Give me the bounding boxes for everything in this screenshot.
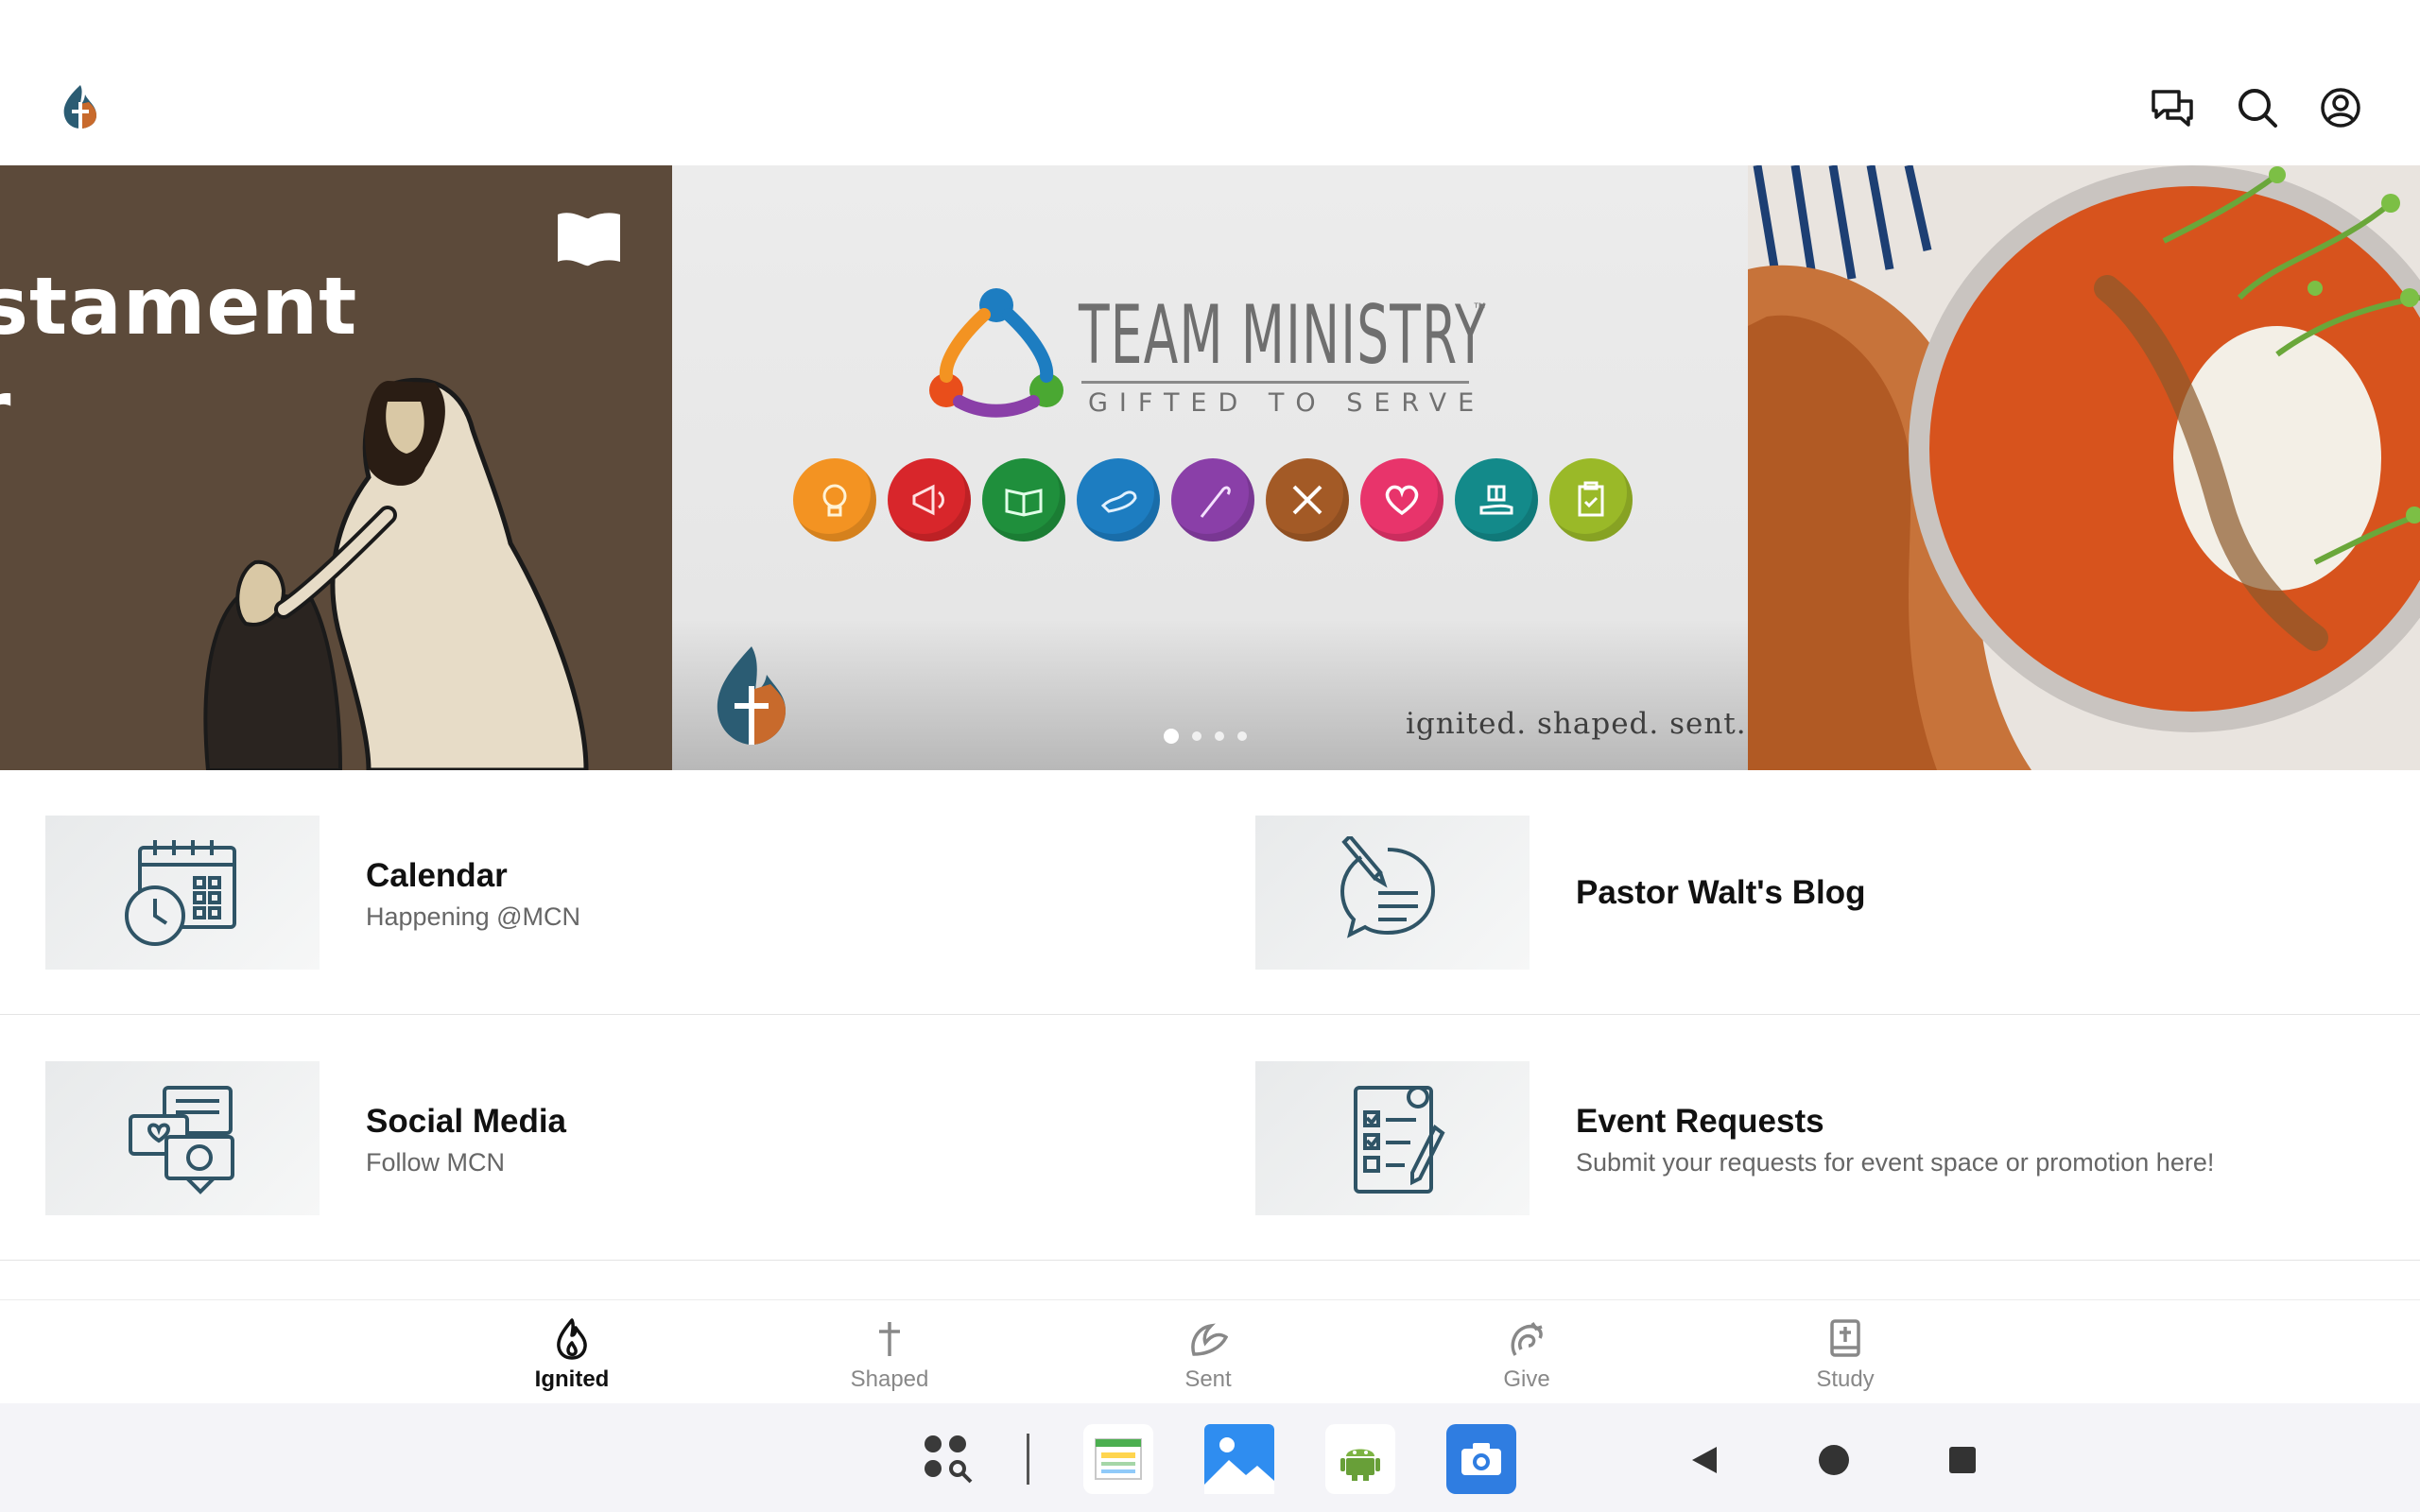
card-title: Event Requests	[1576, 1103, 1824, 1140]
search-icon[interactable]	[2231, 81, 2284, 134]
top-app-bar	[0, 0, 2420, 165]
card-subtitle: Follow MCN	[366, 1148, 506, 1177]
clipboard-icon	[1549, 458, 1633, 541]
cross-icon	[868, 1317, 911, 1361]
card-title: Social Media	[366, 1103, 567, 1140]
title-divider	[1081, 381, 1469, 384]
card-event-requests[interactable]: Event Requests Submit your requests for …	[1210, 1016, 2420, 1261]
social-chat-icon	[45, 1061, 320, 1215]
bible-icon	[1824, 1317, 1867, 1361]
book-icon	[982, 458, 1065, 541]
food-photo	[1748, 165, 2420, 770]
system-navigation-bar	[0, 1403, 2420, 1512]
carousel-dot-3[interactable]	[1215, 731, 1224, 741]
carousel-slide-food[interactable]	[1748, 165, 2420, 770]
app-drawer-icon[interactable]	[913, 1424, 983, 1494]
nav-item-ignited[interactable]: Ignited	[477, 1300, 666, 1404]
gallery-app-icon[interactable]	[1204, 1424, 1274, 1494]
checklist-icon	[1255, 1061, 1530, 1215]
flame-icon	[550, 1317, 594, 1361]
blog-pencil-icon	[1255, 816, 1530, 970]
carousel-dot-1[interactable]	[1164, 729, 1179, 744]
android-app-icon[interactable]	[1325, 1424, 1395, 1494]
tools-icon	[1266, 458, 1349, 541]
team-ministry-subtitle: GIFTED TO SERVE	[1088, 388, 1486, 418]
calendar-clock-icon	[45, 816, 320, 970]
card-title: Calendar	[366, 857, 508, 894]
team-ministry-title: TEAM MINISTRY	[1079, 288, 1487, 383]
carousel-page-indicator[interactable]	[1164, 729, 1247, 744]
flag-icon	[558, 213, 620, 266]
nav-label: Study	[1816, 1366, 1875, 1392]
heart-icon	[1360, 458, 1443, 541]
card-subtitle: Happening @MCN	[366, 902, 581, 931]
nav-label: Sent	[1184, 1366, 1232, 1392]
church-logo-icon[interactable]	[59, 83, 102, 130]
nav-label: Ignited	[534, 1366, 610, 1392]
home-icon[interactable]	[1817, 1443, 1851, 1482]
sheets-app-icon[interactable]	[1083, 1424, 1153, 1494]
nav-label: Give	[1503, 1366, 1550, 1392]
illustration-jesus-healing	[203, 377, 589, 770]
chat-icon[interactable]	[2146, 81, 2199, 134]
slide-title-line2: r	[0, 364, 10, 456]
give-icon	[1505, 1317, 1548, 1361]
recents-icon[interactable]	[1947, 1445, 1978, 1480]
carousel-slide-bible-story[interactable]: stament r	[0, 165, 672, 770]
carousel-dot-4[interactable]	[1237, 731, 1247, 741]
nav-item-sent[interactable]: Sent	[1114, 1300, 1303, 1404]
nav-label: Shaped	[850, 1366, 929, 1392]
card-calendar[interactable]: Calendar Happening @MCN	[0, 770, 1211, 1015]
carousel-slide-team-ministry[interactable]: TEAM MINISTRY ™ GIFTED TO SERVE ignited.…	[672, 165, 1748, 770]
trademark-mark: ™	[1473, 300, 1486, 315]
account-icon[interactable]	[2314, 81, 2367, 134]
lightbulb-icon	[793, 458, 876, 541]
taskbar-divider	[1027, 1434, 1029, 1485]
nav-item-study[interactable]: Study	[1751, 1300, 1940, 1404]
bottom-navigation: Ignited Shaped Sent Give Study	[0, 1299, 2420, 1404]
nav-item-give[interactable]: Give	[1432, 1300, 1621, 1404]
carousel-dot-2[interactable]	[1192, 731, 1201, 741]
megaphone-icon	[888, 458, 971, 541]
church-flame-logo-icon	[717, 646, 786, 745]
staff-icon	[1171, 458, 1254, 541]
card-title: Pastor Walt's Blog	[1576, 874, 1866, 911]
card-subtitle: Submit your requests for event space or …	[1576, 1148, 2215, 1177]
gift-hand-icon	[1455, 458, 1538, 541]
slide-tagline: ignited. shaped. sent.	[1406, 707, 1747, 741]
leaf-icon	[1186, 1317, 1230, 1361]
hands-icon	[1077, 458, 1160, 541]
team-ministry-logo-icon	[929, 288, 1063, 418]
card-pastor-blog[interactable]: Pastor Walt's Blog	[1210, 770, 2420, 1015]
camera-app-icon[interactable]	[1446, 1424, 1516, 1494]
hero-carousel[interactable]: stament r TEAM MINISTRY ™ GIFTED TO SERV…	[0, 165, 2420, 770]
card-social-media[interactable]: Social Media Follow MCN	[0, 1016, 1211, 1261]
back-icon[interactable]	[1688, 1443, 1722, 1482]
nav-item-shaped[interactable]: Shaped	[795, 1300, 984, 1404]
